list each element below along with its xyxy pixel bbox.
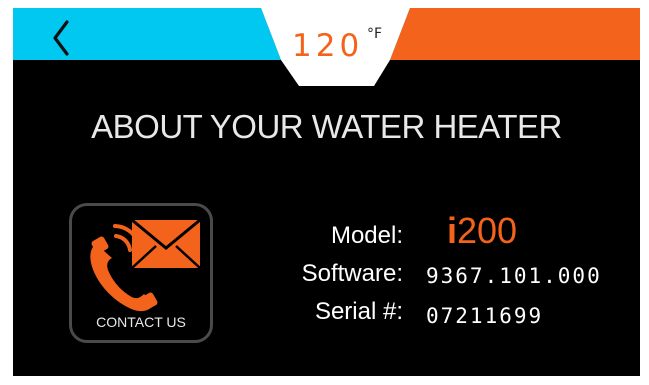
model-label: Model:: [330, 222, 403, 249]
temperature-unit: °F: [367, 26, 383, 42]
serial-label: Serial #:: [314, 298, 403, 325]
serial-value: 07211699: [426, 304, 544, 328]
device-screen: 120 °F ABOUT YOUR WATER HEATER CONTACT U…: [13, 8, 640, 376]
temperature-value: 120: [292, 28, 364, 64]
contact-us-label: CONTACT US: [96, 314, 186, 330]
model-value-prefix: i: [447, 210, 458, 251]
model-value: i200: [447, 210, 517, 252]
back-button[interactable]: [41, 14, 81, 60]
chevron-left-icon: [53, 20, 69, 56]
software-label: Software:: [301, 260, 403, 287]
header-bar: 120 °F: [13, 8, 640, 90]
contact-us-button[interactable]: CONTACT US: [69, 203, 213, 343]
phone-envelope-icon: [90, 218, 201, 312]
software-value: 9367.101.000: [426, 264, 602, 288]
model-value-number: 200: [457, 210, 518, 251]
page-title: ABOUT YOUR WATER HEATER: [91, 108, 562, 145]
temperature-display: 120 °F: [288, 26, 398, 66]
